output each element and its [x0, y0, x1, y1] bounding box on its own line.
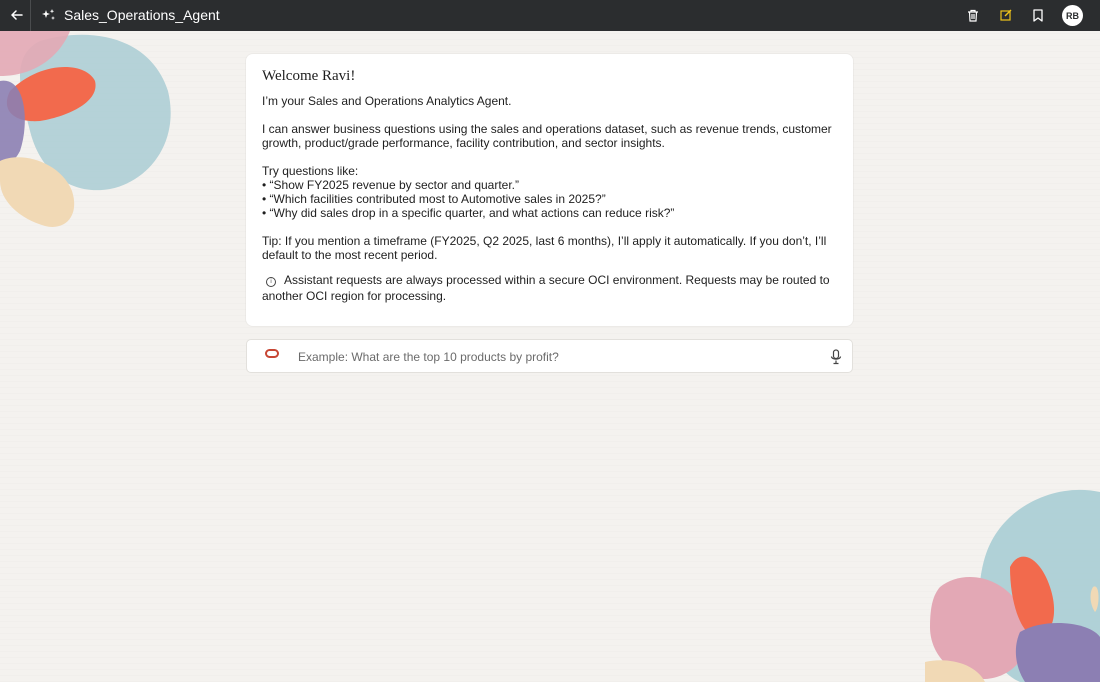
intro-text: I’m your Sales and Operations Analytics … — [262, 94, 512, 108]
welcome-card: Welcome Ravi! I’m your Sales and Operati… — [246, 54, 853, 326]
example-question-3: • “Why did sales drop in a specific quar… — [262, 206, 675, 220]
edit-icon — [1000, 9, 1012, 21]
example-question-2: • “Which facilities contributed most to … — [262, 192, 606, 206]
top-bar: Sales_Operations_Agent RB — [0, 0, 1100, 31]
capability-text: I can answer business questions using th… — [262, 122, 832, 150]
example-question-1: • “Show FY2025 revenue by sector and qua… — [262, 178, 520, 192]
delete-button[interactable] — [963, 5, 983, 25]
security-notice: i Assistant requests are always processed… — [262, 272, 837, 304]
chat-input[interactable] — [296, 346, 800, 368]
page-title: Sales_Operations_Agent — [64, 7, 220, 23]
oracle-logo-icon — [265, 349, 279, 358]
welcome-heading: Welcome Ravi! — [262, 68, 356, 84]
chat-input-box — [246, 339, 853, 373]
agent-sparkle-icon — [42, 9, 55, 20]
info-icon: i — [266, 277, 276, 287]
back-arrow-icon — [11, 10, 23, 20]
try-heading: Try questions like: — [262, 164, 359, 178]
security-notice-text: Assistant requests are always processed … — [262, 273, 830, 303]
edit-button[interactable] — [996, 5, 1016, 25]
trash-icon — [968, 9, 978, 22]
topbar-divider — [30, 0, 31, 31]
user-avatar[interactable]: RB — [1062, 5, 1083, 26]
bookmark-button[interactable] — [1028, 5, 1048, 25]
back-button[interactable] — [6, 4, 28, 26]
microphone-icon[interactable] — [829, 349, 843, 365]
tip-text: Tip: If you mention a timeframe (FY2025,… — [262, 234, 827, 262]
bookmark-icon — [1033, 8, 1043, 22]
